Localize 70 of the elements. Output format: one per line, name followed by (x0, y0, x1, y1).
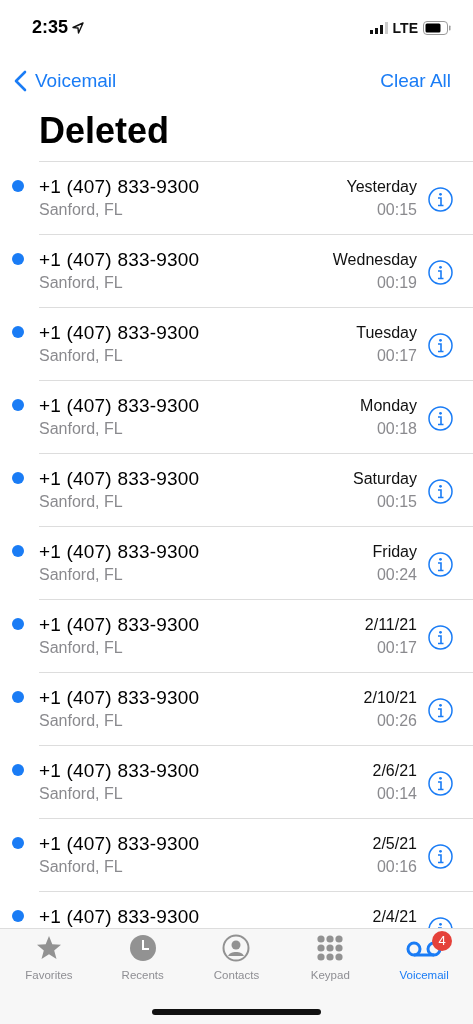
caller-location: Sanford, FL (39, 785, 123, 803)
voicemail-duration: 00:17 (376, 639, 417, 657)
voicemail-duration: 00:24 (376, 566, 417, 584)
clock-icon (128, 934, 157, 962)
voicemail-duration: 00:15 (376, 493, 417, 511)
voicemail-duration: 00:18 (376, 420, 417, 438)
info-icon[interactable] (428, 260, 453, 285)
tab-button[interactable]: 4 Voicemail (377, 929, 471, 981)
phone-number: +1 (407) 833-9300 (39, 395, 200, 417)
voicemail-date: Friday (372, 543, 417, 561)
voicemail-date: 2/5/21 (372, 835, 417, 853)
voicemail-date: Saturday (352, 470, 417, 488)
info-icon[interactable] (428, 333, 453, 358)
person-icon (222, 934, 251, 962)
voicemail-duration: 00:16 (376, 858, 417, 876)
tab-button[interactable]: Contacts (189, 929, 284, 981)
voicemail-duration: 00:15 (376, 201, 417, 219)
caller-location: Sanford, FL (39, 639, 123, 657)
voicemail-date: Wednesday (332, 251, 417, 269)
voicemail-duration: 00:14 (376, 785, 417, 803)
phone-number: +1 (407) 833-9300 (39, 322, 200, 344)
info-icon[interactable] (428, 698, 453, 723)
unread-count-badge: 4 (432, 931, 453, 951)
tab-button[interactable]: Keypad (283, 929, 378, 981)
caller-location: Sanford, FL (39, 566, 123, 584)
voicemail-duration: 00:19 (376, 274, 417, 292)
caller-location: Sanford, FL (39, 493, 123, 511)
battery-icon (423, 20, 451, 35)
voicemail-date: Tuesday (356, 324, 417, 342)
caller-location: Sanford, FL (39, 201, 123, 219)
info-icon[interactable] (428, 844, 453, 869)
caller-location: Sanford, FL (39, 712, 123, 730)
clear-all-button[interactable]: Clear All (380, 70, 451, 92)
tab-button[interactable]: Favorites (2, 929, 96, 981)
keypad-icon (316, 934, 345, 962)
info-icon[interactable] (428, 479, 453, 504)
phone-number: +1 (407) 833-9300 (39, 833, 200, 855)
caller-location: Sanford, FL (39, 274, 123, 292)
phone-number: +1 (407) 833-9300 (39, 541, 200, 563)
phone-number: +1 (407) 833-9300 (39, 687, 200, 709)
voicemail-duration: 00:26 (376, 712, 417, 730)
voicemail-duration: 00:17 (376, 347, 417, 365)
caller-location: Sanford, FL (39, 420, 123, 438)
network-label: LTE (392, 19, 418, 36)
info-icon[interactable] (428, 625, 453, 650)
phone-number: +1 (407) 833-9300 (39, 906, 200, 928)
info-icon[interactable] (428, 406, 453, 431)
phone-number: +1 (407) 833-9300 (39, 468, 200, 490)
phone-number: +1 (407) 833-9300 (39, 614, 200, 636)
info-icon[interactable] (428, 187, 453, 212)
phone-number: +1 (407) 833-9300 (39, 176, 200, 198)
location-arrow-icon (72, 21, 85, 34)
signal-icon (369, 21, 388, 34)
phone-number: +1 (407) 833-9300 (39, 760, 200, 782)
caller-location: Sanford, FL (39, 858, 123, 876)
voicemail-date: Yesterday (346, 178, 417, 196)
caller-location: Sanford, FL (39, 347, 123, 365)
clock-time: 2:35 (32, 17, 69, 38)
phone-number: +1 (407) 833-9300 (39, 249, 200, 271)
voicemail-date: 2/6/21 (372, 762, 417, 780)
voicemail-date: 2/10/21 (363, 689, 417, 707)
info-icon[interactable] (428, 552, 453, 577)
info-icon[interactable] (428, 771, 453, 796)
voicemail-date: Monday (360, 397, 417, 415)
chevron-left-icon (14, 70, 27, 92)
page-title: Deleted (38, 109, 171, 153)
back-button[interactable]: Voicemail (14, 70, 117, 92)
tab-button[interactable]: Recents (95, 929, 190, 981)
voicemail-date: 2/4/21 (372, 908, 417, 926)
voicemail-date: 2/11/21 (364, 616, 417, 634)
